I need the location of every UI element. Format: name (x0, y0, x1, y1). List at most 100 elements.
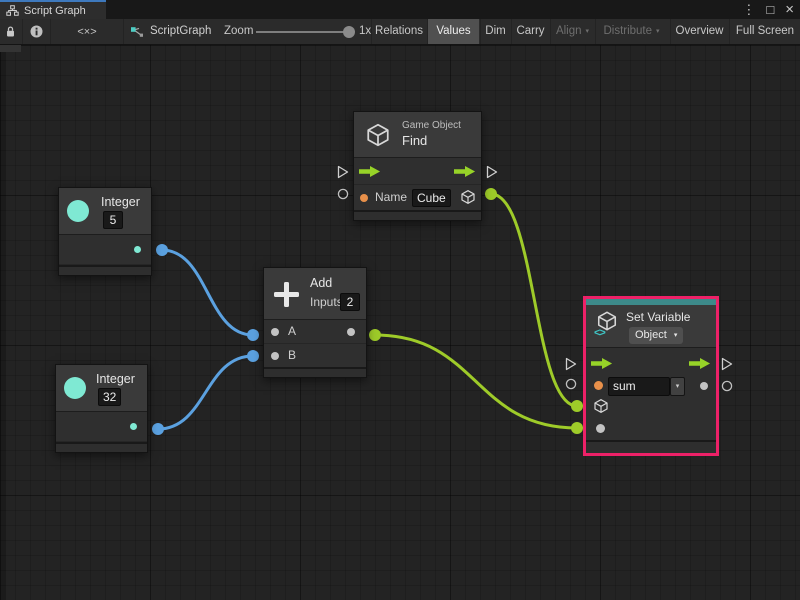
value-in-indicator-icon[interactable] (565, 378, 577, 390)
flow-in-indicator-icon[interactable] (337, 165, 349, 179)
flow-in-indicator-icon[interactable] (565, 357, 577, 371)
node-integer-bottom[interactable]: Integer 32 (55, 364, 148, 453)
variable-name-caret-button[interactable]: ▾ (670, 377, 685, 396)
toolbar-button-carry[interactable]: Carry (511, 19, 549, 44)
flow-out-arrow-icon[interactable] (454, 165, 476, 178)
target-object-port-icon[interactable] (593, 398, 609, 414)
wire-integer32-to-addB (158, 356, 253, 429)
code-view-button[interactable]: <×> (50, 19, 124, 44)
values-label: Values (436, 25, 470, 37)
tab-script-graph[interactable]: Script Graph (0, 0, 106, 19)
wire-add-to-setvar-value (375, 335, 577, 428)
zoom-slider-track[interactable] (256, 31, 352, 33)
node-add[interactable]: Add Inputs 2 A B (263, 267, 367, 378)
node-title: Add (310, 276, 332, 290)
caret-down-icon: ▾ (586, 28, 590, 35)
variable-brackets-icon: <> (594, 327, 605, 339)
integer-type-icon (67, 200, 89, 222)
node-title: Integer (101, 195, 140, 209)
find-header: Game Object Find (354, 112, 481, 158)
zoom-slider-knob[interactable] (343, 26, 355, 38)
variable-name-port[interactable] (594, 381, 603, 390)
integer-type-icon (64, 377, 86, 399)
overview-label: Overview (676, 25, 724, 37)
wire-find-to-setvar-target (491, 194, 577, 406)
inputs-count-field[interactable]: 2 (340, 293, 360, 311)
name-value-field[interactable]: Cube (412, 189, 451, 207)
find-name-row: Name Cube (354, 185, 481, 210)
node-set-variable[interactable]: <> Set Variable Object ▾ sum ▾ (583, 296, 719, 456)
node-find[interactable]: Game Object Find Name Cube (353, 111, 482, 221)
maximize-icon[interactable]: □ (766, 0, 774, 19)
more-menu-icon[interactable]: ⋮ (742, 0, 755, 19)
variable-kind-dropdown[interactable]: Object ▾ (629, 327, 683, 344)
canvas-left-strip (0, 45, 6, 600)
value-input-port[interactable] (596, 424, 605, 433)
flow-in-arrow-icon[interactable] (359, 165, 381, 178)
integer-output-port[interactable] (134, 246, 141, 253)
script-graph-icon (129, 19, 145, 44)
node-footer (354, 210, 481, 220)
tab-title: Script Graph (24, 5, 86, 17)
align-label: Align (556, 25, 582, 37)
add-row-a: A (264, 320, 366, 344)
sum-output-port[interactable] (347, 328, 355, 336)
caret-down-icon: ▾ (676, 383, 680, 390)
gameobject-output-port-icon[interactable] (460, 189, 476, 205)
wire-endpoint (152, 423, 164, 435)
node-category: Game Object (402, 120, 461, 131)
toolbar-button-fullscreen[interactable]: Full Screen (729, 19, 800, 44)
lock-icon (5, 25, 16, 38)
node-integer-top[interactable]: Integer 5 (58, 187, 152, 276)
dim-label: Dim (485, 25, 505, 37)
caret-down-icon: ▾ (656, 28, 660, 35)
value-output-port[interactable] (700, 382, 708, 390)
node-footer (586, 440, 716, 451)
value-in-indicator-icon[interactable] (337, 188, 349, 200)
node-footer (56, 442, 147, 452)
add-header: Add Inputs 2 (264, 268, 366, 320)
integer-value-field[interactable]: 5 (103, 211, 123, 229)
flow-out-indicator-icon[interactable] (721, 357, 733, 371)
integer-output-port[interactable] (130, 423, 137, 430)
port-a-label: A (288, 324, 296, 338)
node-footer (59, 265, 151, 275)
toolbar-button-relations[interactable]: Relations (371, 19, 426, 44)
set-variable-header: <> Set Variable Object ▾ (586, 305, 716, 348)
toolbar-button-align[interactable]: Align ▾ (550, 19, 594, 44)
wire-endpoint (485, 188, 497, 200)
relations-label: Relations (375, 25, 423, 37)
close-icon[interactable]: × (785, 0, 794, 19)
graph-canvas[interactable]: Integer 5 Integer 32 (0, 45, 800, 600)
caret-down-icon: ▾ (674, 332, 678, 339)
name-input-port[interactable] (360, 194, 368, 202)
node-title: Find (402, 133, 427, 148)
toolbar-button-dim[interactable]: Dim (480, 19, 510, 44)
flow-out-indicator-icon[interactable] (486, 165, 498, 179)
wire-endpoint (571, 422, 583, 434)
wire-endpoint (369, 329, 381, 341)
input-port-a[interactable] (271, 328, 279, 336)
flow-in-arrow-icon[interactable] (591, 357, 613, 370)
wire-endpoint (156, 244, 168, 256)
window-controls: ⋮ □ × (742, 0, 794, 19)
lock-button[interactable] (0, 19, 21, 44)
integer-bottom-header: Integer 32 (56, 365, 147, 412)
zoom-value: 1x (359, 19, 371, 44)
integer-bottom-port-row (56, 412, 147, 442)
script-graph-window: Script Graph ⋮ □ × <×> (0, 0, 800, 600)
node-title: Integer (96, 372, 135, 386)
flow-out-arrow-icon[interactable] (689, 357, 711, 370)
toolbar-button-distribute[interactable]: Distribute ▾ (595, 19, 667, 44)
input-port-b[interactable] (271, 352, 279, 360)
toolbar-button-values[interactable]: Values (427, 19, 479, 44)
info-button[interactable] (22, 19, 50, 44)
value-out-indicator-icon[interactable] (721, 380, 733, 392)
variable-name-dropdown[interactable]: sum (608, 377, 670, 396)
find-flow-row (354, 158, 481, 185)
carry-label: Carry (516, 25, 544, 37)
graph-toolbar: <×> ScriptGraph Zoom 1x Relations Values… (0, 19, 800, 45)
integer-value-field[interactable]: 32 (98, 388, 121, 406)
toolbar-button-overview[interactable]: Overview (670, 19, 728, 44)
distribute-label: Distribute (603, 25, 652, 37)
